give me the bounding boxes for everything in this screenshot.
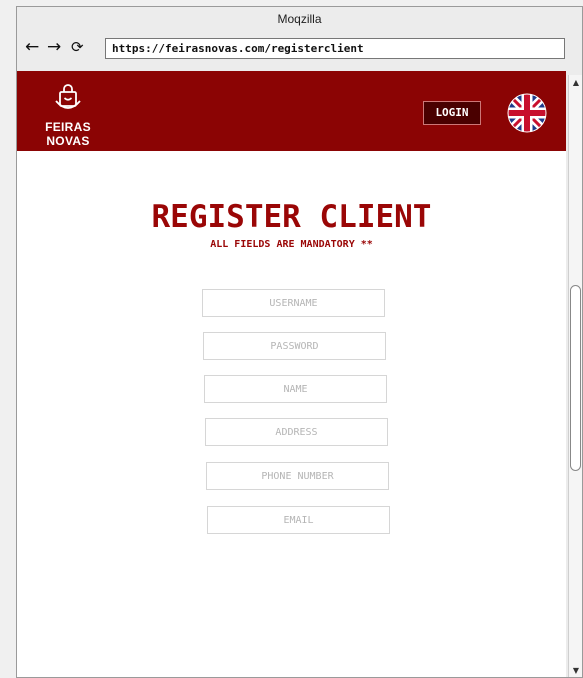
name-field[interactable] [204,375,387,403]
scroll-down-icon[interactable]: ▼ [571,665,581,677]
scroll-up-icon[interactable]: ▲ [571,77,581,89]
password-field[interactable] [203,332,386,360]
address-bar[interactable]: https://feirasnovas.com/registerclient [105,38,565,59]
username-field[interactable] [202,289,385,317]
address-field[interactable] [205,418,388,446]
reload-icon[interactable]: ⟳ [71,37,84,57]
back-icon[interactable]: ← [25,37,39,57]
window-title: Moqzilla [277,12,322,26]
phone-number-field[interactable] [206,462,389,490]
email-field[interactable] [207,506,390,534]
browser-window: Moqzilla ← → ⟳ https://feirasnovas.com/r… [16,6,583,678]
vertical-scrollbar[interactable]: ▲ ▼ [568,75,582,677]
login-button[interactable]: LOGIN [423,101,481,125]
site-logo[interactable]: FEIRAS NOVAS [27,83,109,148]
page-viewport: FEIRAS NOVAS LOGIN REGISTER CLIENT ALL F… [17,71,566,677]
scroll-thumb[interactable] [570,285,581,471]
shopping-bag-icon [55,84,81,109]
site-header: FEIRAS NOVAS LOGIN [17,71,566,151]
forward-icon[interactable]: → [47,37,61,57]
uk-flag-icon[interactable] [507,93,547,133]
logo-text: FEIRAS NOVAS [45,120,91,148]
page-title: REGISTER CLIENT [151,199,432,235]
mandatory-notice: ALL FIELDS ARE MANDATORY ** [210,239,373,250]
browser-navbar: ← → ⟳ https://feirasnovas.com/registercl… [17,31,582,65]
